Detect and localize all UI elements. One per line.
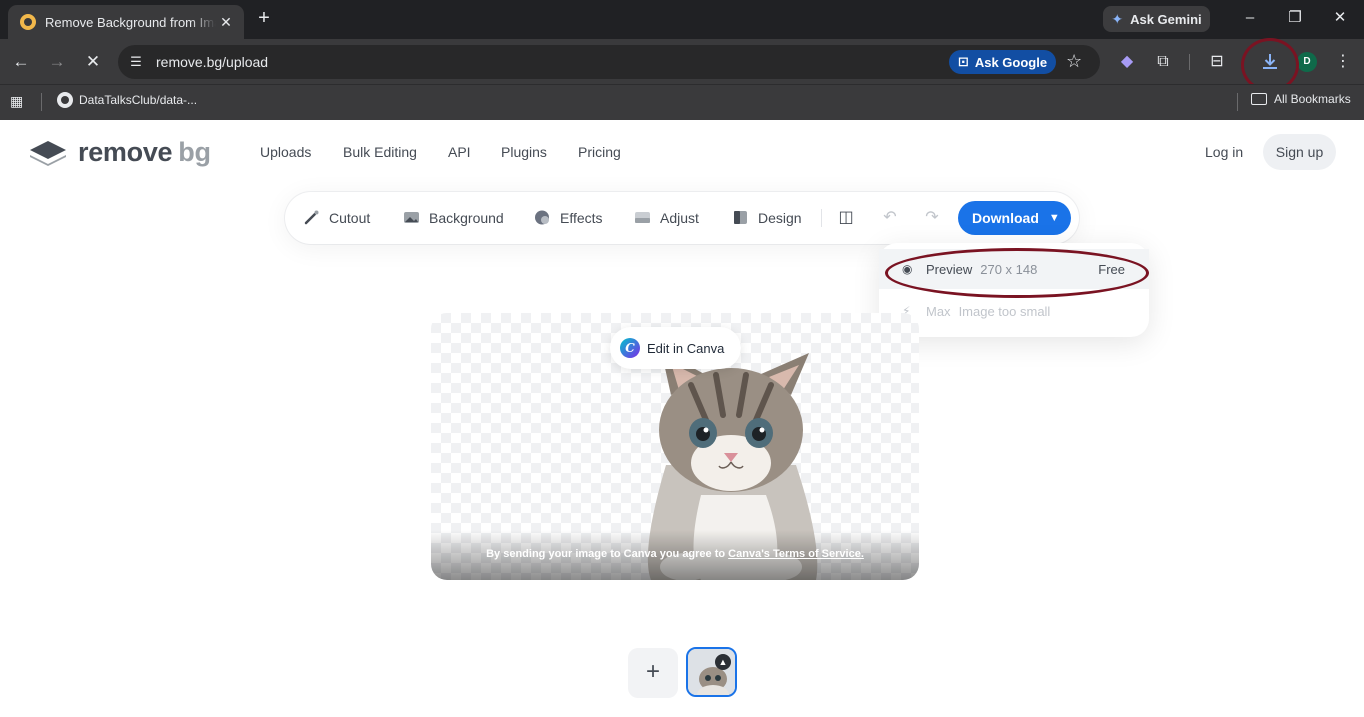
tool-cutout-label: Cutout — [329, 209, 371, 226]
apps-grid-icon[interactable]: ▦ — [10, 93, 26, 109]
tool-cutout[interactable]: Cutout — [303, 209, 370, 226]
page-content: remove bg Uploads Bulk Editing API Plugin… — [0, 120, 1364, 717]
browser-tab-bar: Remove Background from Image ✕ + ✦ Ask G… — [0, 0, 1364, 39]
nav-plugins[interactable]: Plugins — [501, 144, 547, 160]
editor-toolbar: Cutout Background Effects Adjust Design … — [285, 192, 1079, 244]
browser-tab[interactable]: Remove Background from Image ✕ — [8, 5, 244, 39]
adjust-icon — [635, 212, 650, 223]
new-tab-icon[interactable]: + — [254, 8, 274, 28]
logo-text-remove: remove — [78, 137, 173, 167]
canva-terms-link[interactable]: Canva's Terms of Service. — [728, 548, 864, 560]
download-label: Download — [972, 210, 1039, 226]
toolbar-divider — [1189, 54, 1190, 70]
gemini-icon: ✦ — [1111, 10, 1124, 27]
tool-adjust[interactable]: Adjust — [634, 209, 699, 226]
toolbar-separator — [821, 209, 822, 227]
extension-icon[interactable]: ◆ — [1116, 51, 1138, 73]
tool-design-label: Design — [758, 209, 802, 226]
nav-bulk-editing[interactable]: Bulk Editing — [343, 144, 417, 160]
tab-search-icon[interactable]: ⊟ — [1206, 51, 1228, 73]
ask-google-button[interactable]: ⊡ Ask Google — [949, 50, 1056, 74]
ask-gemini-label: Ask Gemini — [1130, 11, 1202, 27]
folder-icon — [1251, 93, 1267, 105]
bookmark-label: DataTalksClub/data-... — [79, 93, 198, 107]
design-icon — [734, 211, 747, 224]
tool-adjust-label: Adjust — [660, 209, 699, 226]
chevron-up-icon[interactable]: ▲ — [715, 654, 731, 670]
redo-icon[interactable]: ↷ — [921, 207, 943, 229]
login-link[interactable]: Log in — [1205, 144, 1243, 160]
more-menu-icon[interactable]: ⋮ — [1332, 51, 1354, 73]
bookmark-datatalksclub[interactable]: DataTalksClub/data-... — [57, 92, 197, 108]
download-button[interactable]: Download ▼ — [958, 201, 1071, 235]
tab-favicon-icon — [20, 14, 36, 30]
back-icon[interactable]: ← — [10, 51, 32, 73]
max-label: Max — [926, 303, 951, 319]
close-tab-icon[interactable]: ✕ — [216, 14, 236, 31]
effects-icon — [535, 210, 549, 225]
profile-avatar[interactable]: D — [1297, 52, 1317, 72]
bookmarks-divider — [41, 93, 42, 111]
undo-icon[interactable]: ↶ — [879, 207, 901, 229]
all-bookmarks-label: All Bookmarks — [1274, 92, 1351, 106]
brush-icon — [304, 210, 319, 225]
add-image-button[interactable]: + — [628, 648, 678, 698]
nav-api[interactable]: API — [448, 144, 471, 160]
edit-in-canva-button[interactable]: C Edit in Canva — [610, 327, 741, 369]
tool-background-label: Background — [429, 209, 504, 226]
lens-icon: ⊡ — [957, 54, 969, 69]
nav-uploads[interactable]: Uploads — [260, 144, 311, 160]
browser-toolbar: ← → ✕ ☰ remove.bg/upload ⊡ Ask Google ☆ … — [0, 39, 1364, 84]
kitten-thumbnail — [688, 649, 735, 695]
stop-loading-icon[interactable]: ✕ — [82, 51, 104, 73]
address-bar[interactable]: ☰ remove.bg/upload ⊡ Ask Google ☆ — [118, 45, 1100, 79]
canva-icon: C — [620, 338, 640, 358]
tool-design[interactable]: Design — [732, 209, 802, 226]
logo-text-bg: bg — [178, 137, 211, 167]
signup-button[interactable]: Sign up — [1263, 134, 1336, 170]
compare-icon[interactable]: ◫ — [835, 207, 857, 229]
canva-terms-notice: By sending your image to Canva you agree… — [431, 530, 919, 580]
url-text[interactable]: remove.bg/upload — [156, 54, 268, 70]
image-icon — [404, 212, 419, 223]
minimize-icon[interactable]: – — [1240, 8, 1260, 28]
image-thumbnail[interactable]: ▲ — [686, 647, 737, 697]
logo-layers-icon — [30, 140, 66, 166]
image-preview[interactable]: C Edit in Canva By sending your image to… — [431, 313, 919, 580]
annotation-circle-preview — [885, 248, 1149, 298]
all-bookmarks-button[interactable]: All Bookmarks — [1251, 92, 1351, 106]
bookmark-star-icon[interactable]: ☆ — [1066, 51, 1082, 72]
puzzle-extensions-icon[interactable]: ⧉ — [1152, 51, 1174, 73]
tool-effects[interactable]: Effects — [534, 209, 603, 226]
site-info-icon[interactable]: ☰ — [128, 54, 144, 70]
nav-pricing[interactable]: Pricing — [578, 144, 621, 160]
forward-icon[interactable]: → — [46, 51, 68, 73]
github-icon — [57, 92, 73, 108]
removebg-logo[interactable]: remove bg — [28, 137, 211, 168]
tab-title: Remove Background from Image — [45, 14, 216, 30]
max-note: Image too small — [958, 303, 1051, 319]
chevron-down-icon: ▼ — [1048, 212, 1060, 224]
tos-text: By sending your image to Canva you agree… — [486, 548, 729, 560]
close-window-icon[interactable]: ✕ — [1330, 8, 1350, 28]
bookmarks-bar: ▦ DataTalksClub/data-... All Bookmarks — [0, 84, 1364, 120]
edit-in-canva-label: Edit in Canva — [647, 340, 725, 356]
bookmarks-divider-right — [1237, 93, 1238, 111]
ask-gemini-button[interactable]: ✦ Ask Gemini — [1103, 6, 1210, 32]
ask-google-label: Ask Google — [974, 54, 1048, 70]
tool-effects-label: Effects — [560, 209, 603, 226]
restore-icon[interactable]: ❐ — [1285, 8, 1305, 28]
tool-background[interactable]: Background — [403, 209, 504, 226]
